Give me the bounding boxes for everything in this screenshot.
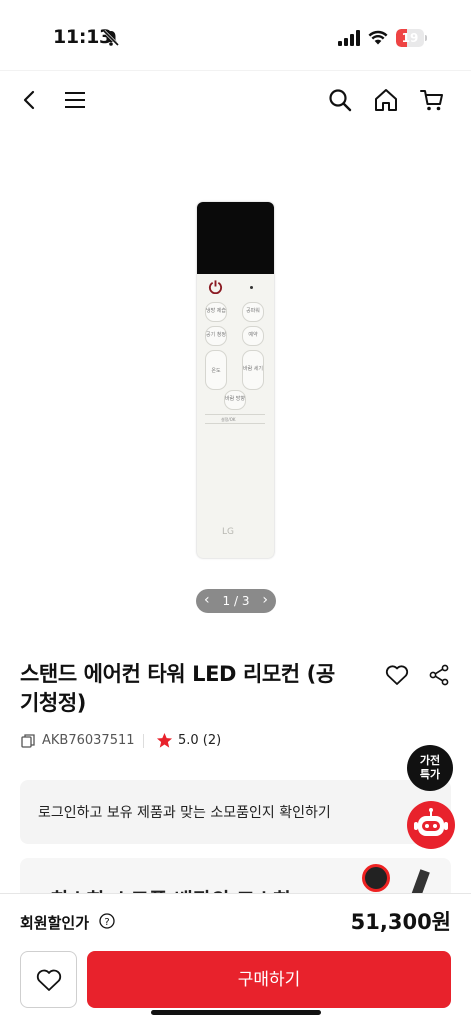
member-price-label: 회원할인가 [20, 914, 90, 932]
product-rating[interactable]: 5.0 (2) [178, 733, 221, 748]
remote-ok-bar: 설정/OK [205, 414, 265, 424]
remote-button: 바람 방향 [224, 390, 246, 410]
chatbot-button[interactable] [407, 801, 455, 849]
product-image[interactable]: 냉방 제습 공파워 공기 청정 예약 온도 바람 세기 바람 방향 설정/OK … [190, 190, 290, 560]
remote-button: 공기 청정 [205, 326, 227, 346]
home-icon[interactable] [373, 87, 399, 113]
battery-indicator: 19 [396, 29, 428, 47]
signal-icon [338, 30, 360, 46]
remote-button: 공파워 [242, 302, 264, 322]
remote-button: 온도 [205, 350, 227, 390]
login-banner-text: 로그인하고 보유 제품과 맞는 소모품인지 확인하기 [38, 805, 331, 821]
chevron-right-icon[interactable]: › [262, 592, 268, 608]
wishlist-button[interactable] [20, 951, 77, 1008]
remote-button: 예약 [242, 326, 264, 346]
remote-display [197, 202, 274, 274]
status-bar: 11:13 19 [0, 0, 471, 70]
wifi-icon [368, 30, 388, 45]
question-circle-icon[interactable]: ? [99, 913, 115, 929]
remote-control-image: 냉방 제습 공파워 공기 청정 예약 온도 바람 세기 바람 방향 설정/OK … [197, 202, 274, 558]
star-icon [156, 732, 173, 748]
heart-icon [36, 969, 62, 991]
share-icon[interactable] [428, 664, 450, 686]
remote-button: 바람 세기 [242, 350, 264, 390]
app-header [0, 70, 471, 130]
promo-product-image [362, 864, 390, 892]
product-sku: AKB76037511 [42, 733, 135, 748]
purchase-bar: 회원할인가 ? 51,300원 구매하기 [0, 893, 471, 1024]
home-indicator [151, 1010, 321, 1015]
member-price: 51,300원 [350, 910, 451, 934]
copy-icon[interactable] [20, 733, 36, 749]
appliance-deal-button[interactable]: 가전 특가 [407, 745, 453, 791]
gallery-pager: ‹ 1 / 3 › [196, 589, 276, 613]
chevron-left-icon[interactable]: ‹ [204, 592, 210, 608]
power-icon [208, 280, 223, 294]
remote-button: 냉방 제습 [205, 302, 227, 322]
appliance-deal-label: 가전 특가 [419, 754, 441, 781]
login-check-banner[interactable]: 로그인하고 보유 제품과 맞는 소모품인지 확인하기 [20, 780, 451, 844]
hamburger-icon[interactable] [62, 87, 88, 113]
bell-off-icon [102, 29, 120, 47]
search-icon[interactable] [327, 87, 353, 113]
cart-icon[interactable] [419, 87, 445, 113]
lg-logo: LG [222, 527, 234, 537]
product-title: 스탠드 에어컨 타워 LED 리모컨 (공기청정) [20, 662, 335, 715]
battery-percent: 19 [401, 31, 419, 45]
buy-button[interactable]: 구매하기 [87, 951, 451, 1008]
robot-icon [414, 808, 448, 836]
heart-icon[interactable] [384, 662, 410, 688]
svg-text:?: ? [104, 917, 109, 928]
chevron-left-icon[interactable] [16, 87, 42, 113]
pager-count: 1 / 3 [222, 594, 250, 608]
